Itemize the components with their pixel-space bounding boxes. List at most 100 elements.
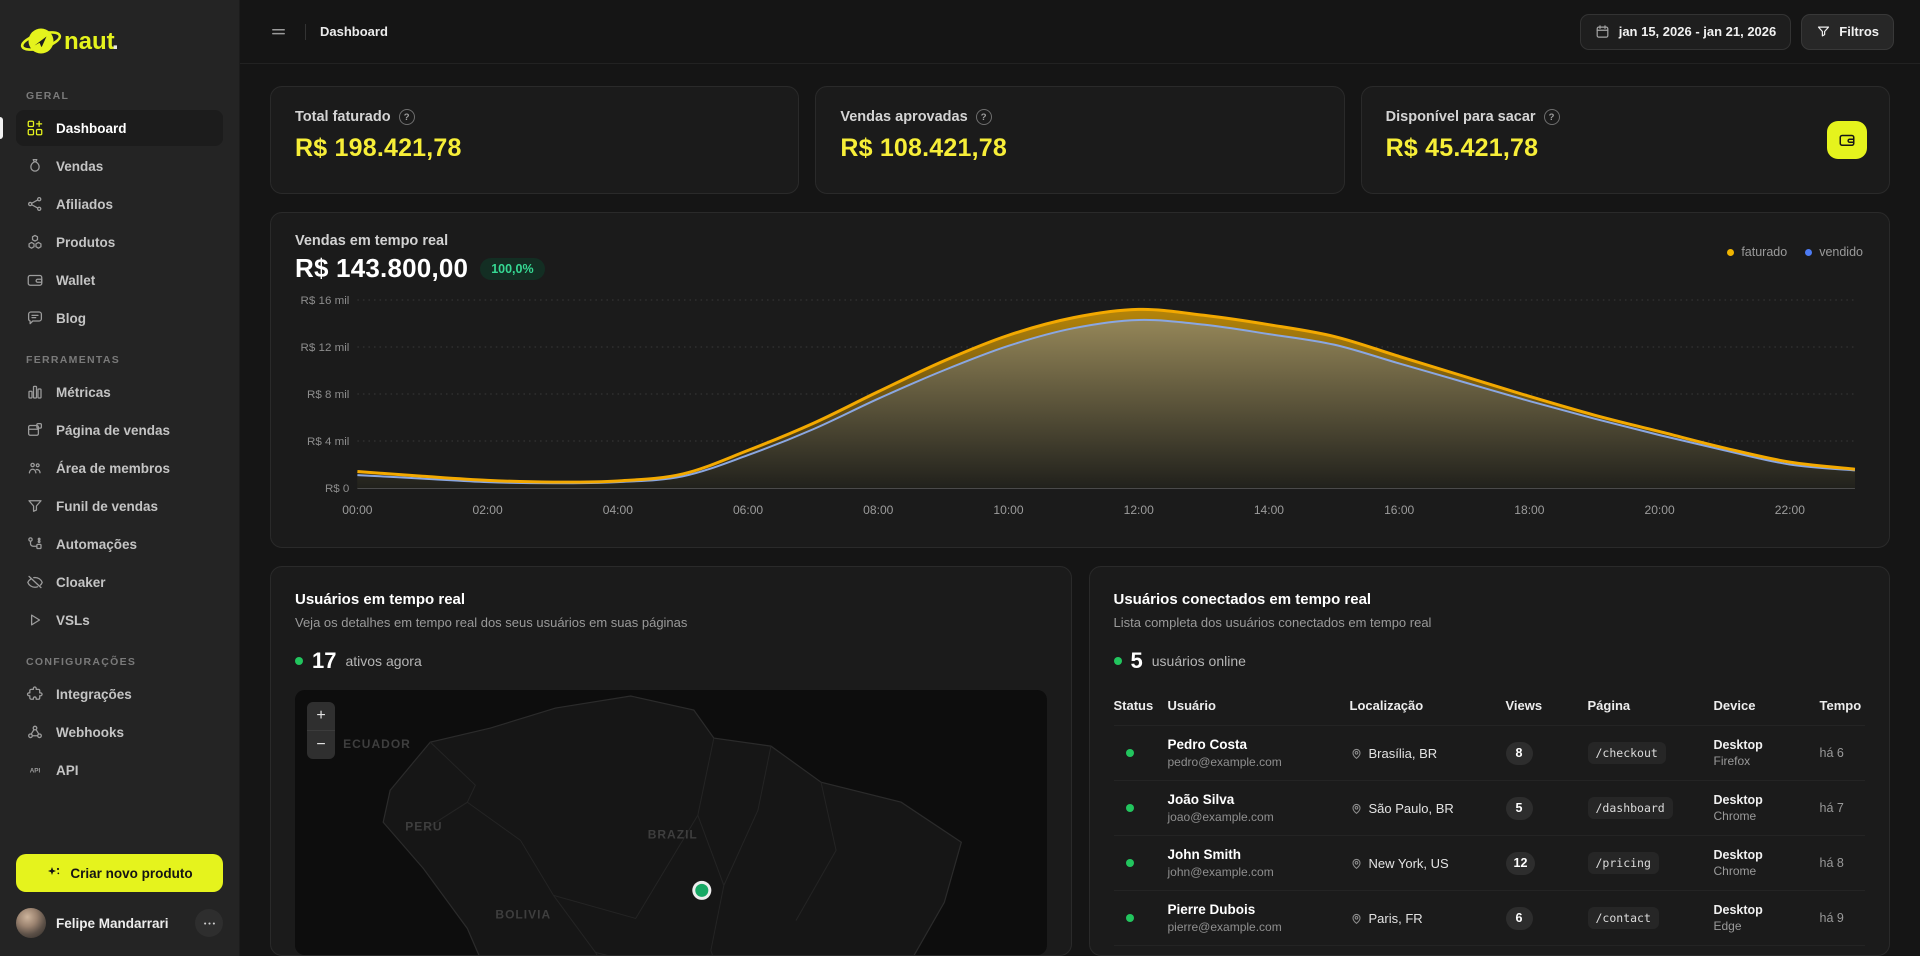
sidebar-item-label: Integrações (56, 687, 132, 702)
user-menu[interactable]: Felipe Mandarrari (16, 908, 223, 938)
sidebar-item-produtos[interactable]: Produtos (16, 224, 223, 260)
table-header-row: StatusUsuárioLocalizaçãoViewsPáginaDevic… (1114, 688, 1866, 725)
date-range-picker[interactable]: jan 15, 2026 - jan 21, 2026 (1580, 14, 1792, 50)
device-browser: Chrome (1714, 809, 1820, 823)
withdraw-button[interactable] (1827, 121, 1867, 159)
sidebar-item-dashboard[interactable]: Dashboard (16, 110, 223, 146)
sidebar-item-blog[interactable]: Blog (16, 300, 223, 336)
filter-funnel-icon (1816, 24, 1831, 39)
sidebar-nav: GERAL Dashboard Vendas Afiliados Produtos Wal… (16, 72, 223, 844)
sidebar-item-label: Afiliados (56, 197, 113, 212)
stat-card-vendas-aprovadas: Vendas aprovadas ? R$ 108.421,78 (815, 86, 1344, 194)
column-header-tempo: Tempo (1820, 698, 1866, 713)
help-icon[interactable]: ? (976, 109, 992, 125)
user-location: Brasília, BR (1350, 746, 1506, 761)
sidebar-toggle-button[interactable] (266, 19, 291, 44)
create-product-button[interactable]: Criar novo produto (16, 854, 223, 892)
sidebar-item-label: Produtos (56, 235, 115, 250)
sales-area-chart[interactable]: R$ 0R$ 4 milR$ 8 milR$ 12 milR$ 16 mil00… (295, 292, 1865, 537)
table-row: John Smithjohn@example.comNew York, US12… (1114, 835, 1866, 890)
page-chip: /checkout (1588, 742, 1666, 764)
map-zoom-out-button[interactable]: − (307, 731, 335, 759)
sidebar-item-label: API (56, 763, 79, 778)
time-ago: há 9 (1820, 911, 1866, 925)
stat-card-disponivel-sacar: Disponível para sacar ? R$ 45.421,78 (1361, 86, 1890, 194)
sidebar-item-metricas[interactable]: Métricas (16, 374, 223, 410)
main-area: Dashboard jan 15, 2026 - jan 21, 2026 Fi… (240, 0, 1920, 956)
sidebar-item-webhooks[interactable]: Webhooks (16, 714, 223, 750)
sidebar-item-vendas[interactable]: Vendas (16, 148, 223, 184)
sidebar-item-label: Dashboard (56, 121, 127, 136)
naut-logo-icon: naut . (20, 20, 138, 62)
online-count-label: usuários online (1152, 653, 1246, 669)
column-header-pagina: Página (1588, 698, 1714, 713)
app-logo[interactable]: naut . (16, 14, 223, 72)
wallet-icon (1838, 131, 1856, 149)
chart-legend: faturado vendido (1727, 245, 1863, 259)
sidebar-item-wallet[interactable]: Wallet (16, 262, 223, 298)
user-email: pedro@example.com (1168, 755, 1350, 769)
time-ago: há 7 (1820, 801, 1866, 815)
svg-text:00:00: 00:00 (342, 503, 372, 517)
sidebar-item-label: Página de vendas (56, 423, 170, 438)
map-zoom-in-button[interactable]: + (307, 702, 335, 730)
realtime-users-panel: Usuários em tempo real Veja os detalhes … (270, 566, 1072, 956)
sidebar-section-label: GERAL (26, 90, 223, 102)
vendido-dot-icon (1805, 249, 1812, 256)
user-name: Pierre Dubois (1168, 902, 1350, 917)
sidebar-item-label: Wallet (56, 273, 95, 288)
device-browser: Firefox (1714, 754, 1820, 768)
map-label-bolivia: BOLIVIA (495, 907, 551, 921)
svg-text:R$ 12 mil: R$ 12 mil (301, 342, 350, 354)
user-more-button[interactable] (195, 909, 223, 937)
device-type: Desktop (1714, 793, 1820, 807)
sidebar-item-api[interactable]: APIAPI (16, 752, 223, 788)
sidebar-item-area-de-membros[interactable]: Área de membros (16, 450, 223, 486)
sidebar-item-funil-de-vendas[interactable]: Funil de vendas (16, 488, 223, 524)
views-badge: 6 (1506, 907, 1533, 930)
sidebar-section-label: FERRAMENTAS (26, 354, 223, 366)
faturado-dot-icon (1727, 249, 1734, 256)
map-zoom-control: + − (307, 702, 335, 759)
help-icon[interactable]: ? (1544, 109, 1560, 125)
status-online-dot (1126, 804, 1134, 812)
panel-title: Usuários conectados em tempo real (1114, 591, 1866, 608)
money-bag-icon (26, 157, 44, 175)
stats-row: Total faturado ? R$ 198.421,78 Vendas ap… (270, 86, 1890, 194)
column-header-localizacao: Localização (1350, 698, 1506, 713)
users-map[interactable]: + − (295, 690, 1047, 955)
map-pin-icon (1350, 857, 1363, 870)
legend-item-faturado[interactable]: faturado (1727, 245, 1787, 259)
sidebar-item-afiliados[interactable]: Afiliados (16, 186, 223, 222)
sidebar-item-automacoes[interactable]: Automações (16, 526, 223, 562)
svg-text:naut: naut (64, 28, 115, 55)
svg-text:10:00: 10:00 (993, 503, 1023, 517)
user-location: São Paulo, BR (1350, 801, 1506, 816)
map-pin-icon (1350, 802, 1363, 815)
stat-label: Disponível para sacar (1386, 109, 1536, 125)
help-icon[interactable]: ? (399, 109, 415, 125)
sidebar-section-label: CONFIGURAÇÕES (26, 656, 223, 668)
sidebar-item-cloaker[interactable]: Cloaker (16, 564, 223, 600)
svg-text:12:00: 12:00 (1124, 503, 1154, 517)
map-canvas: ECUADOR PERU BRAZIL BOLIVIA (295, 690, 1047, 955)
svg-text:08:00: 08:00 (863, 503, 893, 517)
legend-item-vendido[interactable]: vendido (1805, 245, 1863, 259)
sidebar: naut . GERAL Dashboard Vendas Afiliados Prod… (0, 0, 240, 956)
user-avatar (16, 908, 46, 938)
sidebar-item-vsls[interactable]: VSLs (16, 602, 223, 638)
views-badge: 5 (1506, 797, 1533, 820)
filters-button[interactable]: Filtros (1801, 14, 1894, 50)
sidebar-item-label: Automações (56, 537, 137, 552)
stat-label: Total faturado (295, 109, 391, 125)
sidebar-item-label: Métricas (56, 385, 111, 400)
sidebar-item-pagina-de-vendas[interactable]: Página de vendas (16, 412, 223, 448)
user-email: pierre@example.com (1168, 920, 1350, 934)
user-name: Felipe Mandarrari (56, 916, 169, 931)
user-name: João Silva (1168, 792, 1350, 807)
map-marker[interactable] (692, 881, 711, 900)
play-icon (26, 611, 44, 629)
status-online-dot (1126, 749, 1134, 757)
sidebar-item-integracoes[interactable]: Integrações (16, 676, 223, 712)
dashboard-content: Total faturado ? R$ 198.421,78 Vendas ap… (240, 64, 1920, 956)
